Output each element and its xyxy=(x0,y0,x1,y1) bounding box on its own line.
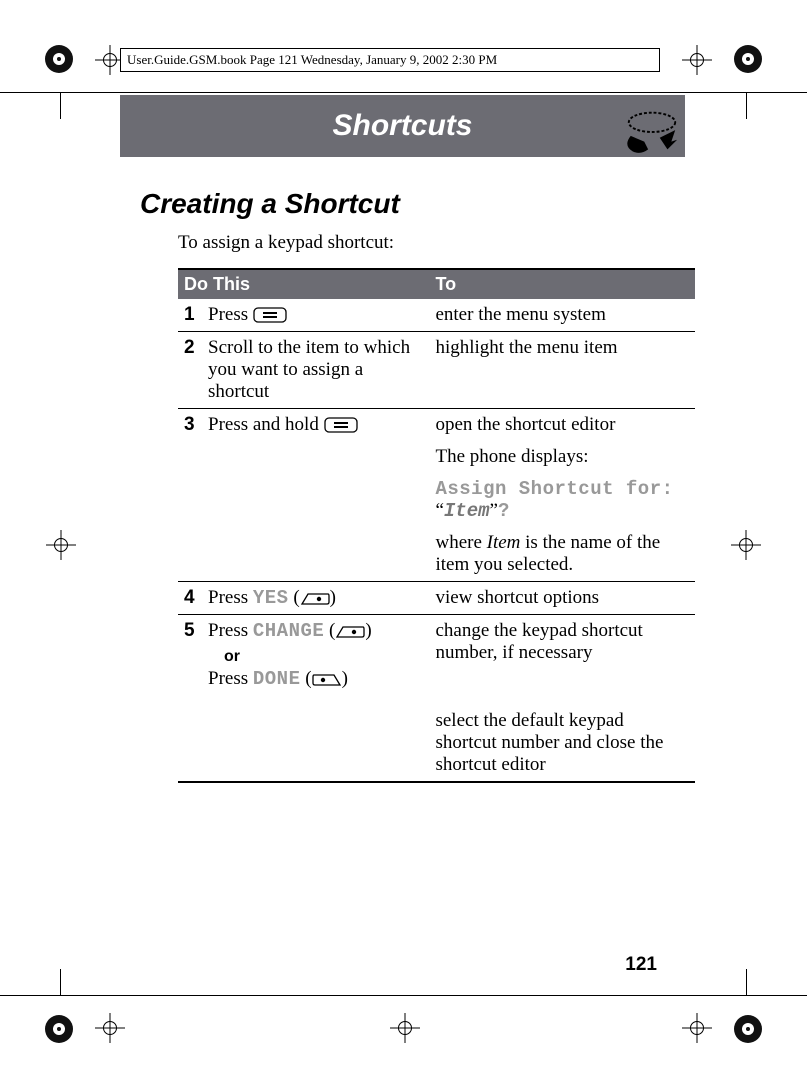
step-number: 1 xyxy=(178,299,202,332)
menu-key-icon xyxy=(253,307,287,323)
crop-mark-icon xyxy=(731,1012,765,1046)
step-action: Press xyxy=(202,299,429,332)
step-action: Scroll to the item to which you want to … xyxy=(202,332,429,409)
section-heading: Creating a Shortcut xyxy=(140,188,657,220)
crop-line xyxy=(0,92,807,93)
step-result: change the keypad shortcut number, if ne… xyxy=(429,615,695,783)
left-softkey-icon xyxy=(312,673,342,687)
step-result: enter the menu system xyxy=(429,299,695,332)
register-cross-icon xyxy=(46,530,76,560)
or-label: or xyxy=(224,648,423,666)
table-row: 4 Press YES () view shortcut options xyxy=(178,582,695,615)
step-action: Press YES () xyxy=(202,582,429,615)
table-row: 3 Press and hold open the shortcut edito… xyxy=(178,409,695,582)
table-head-to: To xyxy=(429,269,695,299)
menu-key-icon xyxy=(324,417,358,433)
crop-mark-icon xyxy=(42,42,76,76)
step-action: Press CHANGE () or Press DONE () xyxy=(202,615,429,783)
register-cross-icon xyxy=(390,1013,420,1043)
register-cross-icon xyxy=(95,1013,125,1043)
register-cross-icon xyxy=(731,530,761,560)
crop-mark-icon xyxy=(731,42,765,76)
step-action: Press and hold xyxy=(202,409,429,582)
intro-text: To assign a keypad shortcut: xyxy=(178,232,657,254)
page-content: Creating a Shortcut To assign a keypad s… xyxy=(140,170,657,783)
steps-table: Do This To 1 Press enter the menu system… xyxy=(178,268,695,783)
table-row: 2 Scroll to the item to which you want t… xyxy=(178,332,695,409)
step-number: 2 xyxy=(178,332,202,409)
crop-tick xyxy=(746,93,747,119)
crop-tick xyxy=(60,93,61,119)
step-result: open the shortcut editor The phone displ… xyxy=(429,409,695,582)
table-row: 1 Press enter the menu system xyxy=(178,299,695,332)
crop-mark-icon xyxy=(42,1012,76,1046)
page-number: 121 xyxy=(625,954,657,976)
step-result: highlight the menu item xyxy=(429,332,695,409)
right-softkey-icon xyxy=(335,625,365,639)
register-cross-icon xyxy=(682,1013,712,1043)
step-result: view shortcut options xyxy=(429,582,695,615)
step-number: 4 xyxy=(178,582,202,615)
right-softkey-icon xyxy=(300,592,330,606)
shortcuts-swirl-icon xyxy=(623,106,681,158)
step-number: 5 xyxy=(178,615,202,783)
chapter-title-banner: Shortcuts xyxy=(120,95,685,157)
crop-tick xyxy=(746,969,747,995)
register-cross-icon xyxy=(682,45,712,75)
step-number: 3 xyxy=(178,409,202,582)
table-row: 5 Press CHANGE () or Press DONE () chang… xyxy=(178,615,695,783)
crop-tick xyxy=(60,969,61,995)
crop-line xyxy=(0,995,807,996)
file-path-note: User.Guide.GSM.book Page 121 Wednesday, … xyxy=(120,48,660,72)
chapter-title: Shortcuts xyxy=(332,109,472,143)
table-head-do: Do This xyxy=(178,269,429,299)
